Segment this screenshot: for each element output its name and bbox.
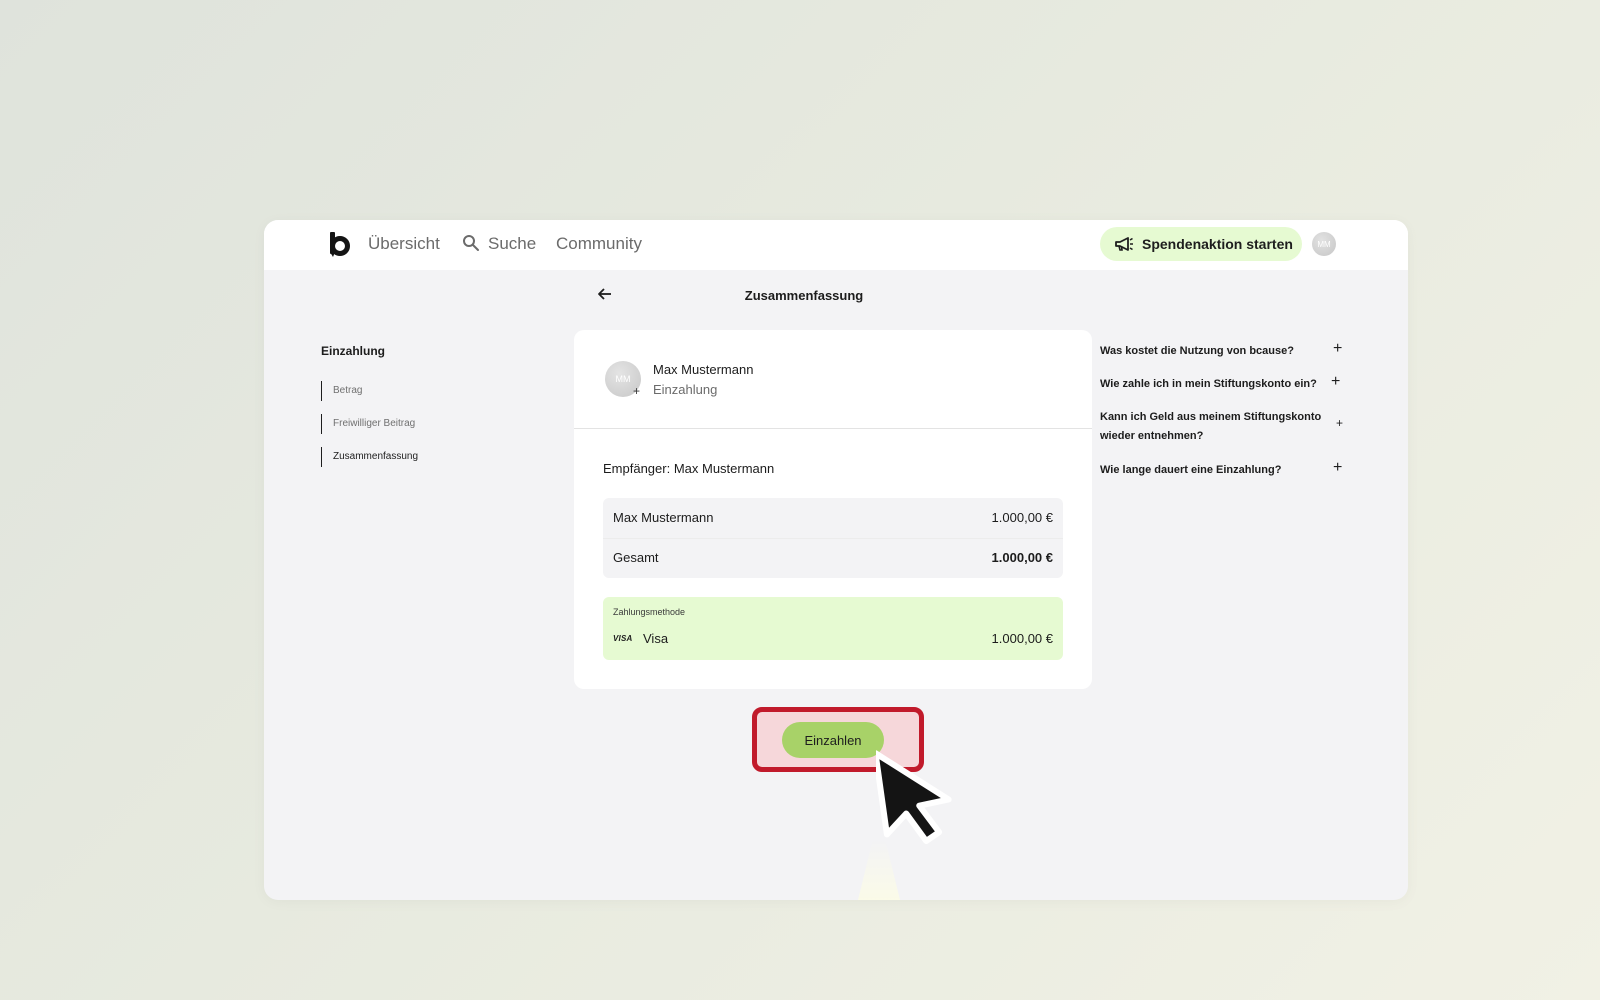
summary-row-value: 1.000,00 € (991, 510, 1053, 525)
summary-card: MM + Max Mustermann Einzahlung Empfänger… (574, 330, 1092, 689)
summary-row-label: Max Mustermann (613, 510, 714, 525)
back-arrow-icon[interactable] (596, 286, 614, 302)
user-avatar[interactable]: MM (1312, 232, 1336, 256)
deposit-button[interactable]: Einzahlen (782, 722, 884, 758)
payment-amount: 1.000,00 € (991, 631, 1053, 646)
mouse-cursor-icon (876, 750, 952, 845)
plus-icon[interactable]: + (1333, 459, 1342, 477)
amount-summary: Max Mustermann 1.000,00 € Gesamt 1.000,0… (603, 498, 1063, 578)
step-betrag[interactable]: Betrag (321, 381, 362, 401)
payment-method-box[interactable]: Zahlungsmethode VISA Visa 1.000,00 € (603, 597, 1063, 660)
app-window: Übersicht Suche Community Spendenaktion … (264, 220, 1408, 900)
nav-community[interactable]: Community (556, 234, 642, 254)
total-label: Gesamt (613, 550, 659, 565)
faq-item[interactable]: Wie zahle ich in mein Stiftungskonto ein… (1100, 375, 1346, 394)
faq-question: Kann ich Geld aus meinem Stiftungskonto … (1100, 411, 1322, 442)
payment-method-title: Zahlungsmethode (613, 607, 686, 617)
plus-icon[interactable]: + (1333, 340, 1342, 358)
nav-overview[interactable]: Übersicht (368, 234, 440, 254)
plus-icon[interactable]: + (1331, 373, 1340, 391)
total-value: 1.000,00 € (991, 550, 1053, 565)
recipient-name: Max Mustermann (653, 362, 754, 377)
divider (574, 428, 1092, 429)
divider (603, 538, 1063, 539)
top-navigation-bar: Übersicht Suche Community Spendenaktion … (264, 220, 1408, 270)
search-icon[interactable] (462, 234, 480, 252)
plus-icon[interactable]: + (1336, 416, 1343, 430)
faq-question: Was kostet die Nutzung von bcause? (1100, 345, 1294, 357)
step-zusammenfassung[interactable]: Zusammenfassung (321, 447, 418, 467)
plus-icon: + (633, 384, 641, 398)
megaphone-icon (1115, 237, 1133, 251)
start-fundraiser-button[interactable]: Spendenaktion starten (1100, 227, 1302, 261)
bcause-logo[interactable] (328, 230, 350, 258)
step-freiwilliger-beitrag[interactable]: Freiwilliger Beitrag (321, 414, 415, 434)
faq-item[interactable]: Wie lange dauert eine Einzahlung? (1100, 461, 1346, 480)
visa-icon: VISA (613, 634, 633, 643)
start-fundraiser-label: Spendenaktion starten (1142, 236, 1293, 252)
steps-title: Einzahlung (321, 344, 385, 358)
faq-question: Wie lange dauert eine Einzahlung? (1100, 464, 1282, 476)
recipient-line: Empfänger: Max Mustermann (603, 461, 775, 476)
transaction-type: Einzahlung (653, 382, 718, 397)
payment-method-name: Visa (643, 631, 669, 646)
nav-search[interactable]: Suche (488, 234, 536, 254)
faq-item[interactable]: Was kostet die Nutzung von bcause? (1100, 342, 1346, 361)
page-title: Zusammenfassung (744, 288, 864, 303)
faq-item[interactable]: Kann ich Geld aus meinem Stiftungskonto … (1100, 408, 1336, 446)
faq-question: Wie zahle ich in mein Stiftungskonto ein… (1100, 378, 1317, 390)
